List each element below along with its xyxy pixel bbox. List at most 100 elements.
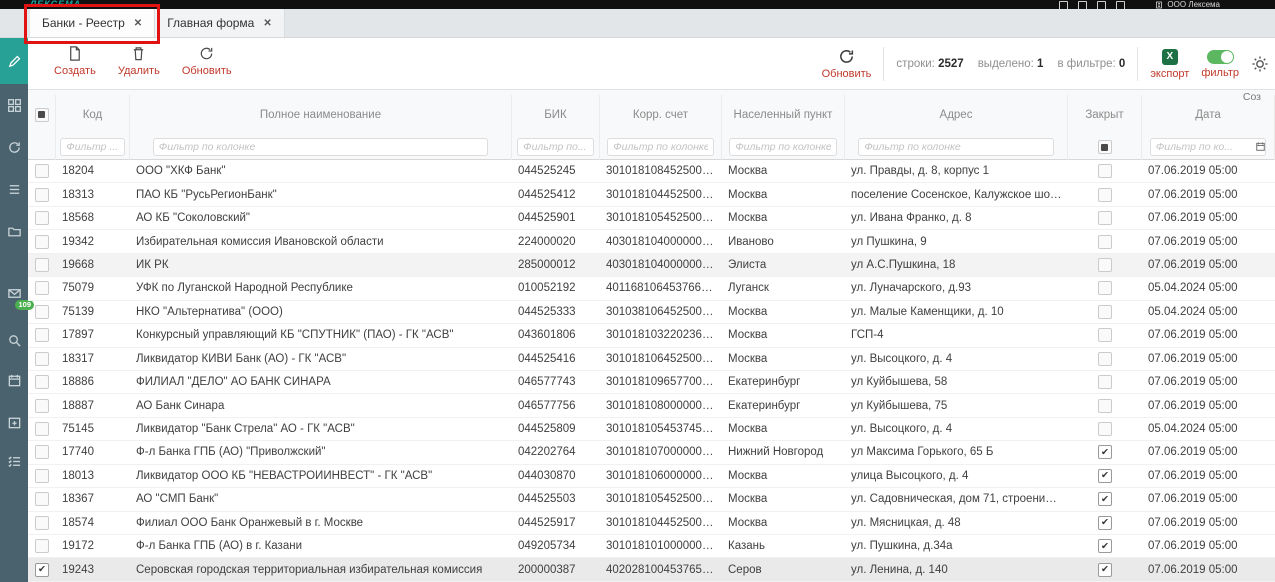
- row-checkbox[interactable]: [35, 258, 49, 272]
- row-checkbox[interactable]: [35, 235, 49, 249]
- column-header-date[interactable]: Дата: [1142, 95, 1275, 134]
- closed-checkbox[interactable]: [1098, 235, 1112, 249]
- closed-checkbox[interactable]: ✔: [1098, 516, 1112, 530]
- closed-checkbox[interactable]: [1098, 164, 1112, 178]
- cell-bik: 044525333: [512, 306, 600, 318]
- closed-checkbox[interactable]: [1098, 422, 1112, 436]
- row-checkbox[interactable]: [35, 516, 49, 530]
- apps-grid-icon[interactable]: [0, 90, 28, 120]
- table-row[interactable]: 18317 Ликвидатор КИВИ Банк (АО) - ГК "АС…: [28, 348, 1275, 371]
- row-checkbox[interactable]: [35, 469, 49, 483]
- filter-input-corr-account[interactable]: [607, 138, 713, 156]
- closed-checkbox[interactable]: [1098, 211, 1112, 225]
- export-button[interactable]: X экспорт: [1150, 49, 1189, 80]
- close-icon[interactable]: ✕: [134, 18, 142, 29]
- calendar-icon[interactable]: [1255, 141, 1266, 152]
- table-row[interactable]: 75139 НКО "Альтернатива" (ООО) 044525333…: [28, 301, 1275, 324]
- mail-icon[interactable]: 109: [0, 278, 28, 308]
- row-checkbox[interactable]: [35, 164, 49, 178]
- table-row[interactable]: 18568 АО КБ "Соколовский" 044525901 3010…: [28, 207, 1275, 230]
- closed-checkbox[interactable]: [1098, 328, 1112, 342]
- table-row[interactable]: 18367 АО "СМП Банк" 044525503 3010181054…: [28, 488, 1275, 511]
- refresh-button[interactable]: Обновить: [182, 45, 232, 77]
- table-row[interactable]: 18886 ФИЛИАЛ "ДЕЛО" АО БАНК СИНАРА 04657…: [28, 371, 1275, 394]
- search-icon[interactable]: [0, 325, 28, 355]
- column-header-address[interactable]: Адрес: [845, 95, 1068, 134]
- table-row[interactable]: 18013 Ликвидатор ООО КБ "НЕВАСТРОЙИНВЕСТ…: [28, 465, 1275, 488]
- calendar-add-icon[interactable]: [0, 407, 28, 437]
- filter-toggle-button[interactable]: фильтр: [1201, 50, 1239, 79]
- closed-checkbox[interactable]: ✔: [1098, 445, 1112, 459]
- refresh-grid-button[interactable]: Обновить: [822, 48, 872, 80]
- column-header-city[interactable]: Населенный пункт: [722, 95, 845, 134]
- filter-input-date[interactable]: [1150, 138, 1266, 156]
- row-checkbox[interactable]: [35, 539, 49, 553]
- column-header-bik[interactable]: БИК: [512, 95, 600, 134]
- row-checkbox[interactable]: [35, 375, 49, 389]
- row-checkbox[interactable]: [35, 445, 49, 459]
- filter-input-address[interactable]: [858, 138, 1053, 156]
- table-row[interactable]: 17897 Конкурсный управляющий КБ "СПУТНИК…: [28, 324, 1275, 347]
- column-header-code[interactable]: Код: [56, 95, 130, 134]
- table-row[interactable]: 19668 ИК РК 285000012 4030181040000000..…: [28, 254, 1275, 277]
- table-row[interactable]: 18204 ООО "ХКФ Банк" 044525245 301018108…: [28, 160, 1275, 183]
- tab-banks-registry[interactable]: Банки - Реестр ✕: [30, 9, 155, 37]
- create-button[interactable]: Создать: [54, 45, 96, 77]
- select-all-header[interactable]: [28, 95, 56, 134]
- cell-bik: 044525901: [512, 212, 600, 224]
- row-checkbox[interactable]: ✔: [35, 563, 49, 577]
- closed-checkbox[interactable]: [1098, 399, 1112, 413]
- tab-main-form[interactable]: Главная форма ✕: [155, 9, 285, 37]
- table-row[interactable]: 75145 Ликвидатор "Банк Стрела" АО - ГК "…: [28, 418, 1275, 441]
- list-icon[interactable]: [0, 174, 28, 204]
- table-row[interactable]: 19342 Избирательная комиссия Ивановской …: [28, 230, 1275, 253]
- toggle-on-icon[interactable]: [1207, 50, 1234, 64]
- column-header-closed[interactable]: Закрыт: [1068, 95, 1142, 134]
- sync-icon[interactable]: [0, 132, 28, 162]
- filter-input-city[interactable]: [729, 138, 836, 156]
- closed-checkbox[interactable]: [1098, 281, 1112, 295]
- row-checkbox[interactable]: [35, 492, 49, 506]
- delete-button[interactable]: Удалить: [118, 45, 160, 77]
- row-checkbox[interactable]: [35, 211, 49, 225]
- filter-input-name[interactable]: [153, 138, 488, 156]
- closed-filter-checkbox[interactable]: [1098, 140, 1112, 154]
- closed-checkbox[interactable]: ✔: [1098, 563, 1112, 577]
- table-row[interactable]: 19172 Ф-л Банка ГПБ (АО) в г. Казани 049…: [28, 535, 1275, 558]
- column-header-name[interactable]: Полное наименование: [130, 95, 512, 134]
- filter-input-bik[interactable]: [517, 138, 594, 156]
- closed-checkbox[interactable]: [1098, 188, 1112, 202]
- left-sidebar: 109: [0, 38, 28, 582]
- closed-checkbox[interactable]: ✔: [1098, 469, 1112, 483]
- table-row[interactable]: 75079 УФК по Луганской Народной Республи…: [28, 277, 1275, 300]
- settings-gear-icon[interactable]: [1251, 55, 1269, 73]
- row-checkbox[interactable]: [35, 188, 49, 202]
- row-checkbox[interactable]: [35, 305, 49, 319]
- row-checkbox[interactable]: [35, 422, 49, 436]
- closed-checkbox[interactable]: [1098, 305, 1112, 319]
- close-icon[interactable]: ✕: [263, 18, 271, 29]
- table-row[interactable]: 17740 Ф-л Банка ГПБ (АО) "Приволжский" 0…: [28, 441, 1275, 464]
- closed-checkbox[interactable]: ✔: [1098, 539, 1112, 553]
- table-row[interactable]: ✔ 19243 Серовская городская территориаль…: [28, 558, 1275, 581]
- row-checkbox[interactable]: [35, 281, 49, 295]
- table-row[interactable]: 18574 Филиал ООО Банк Оранжевый в г. Мос…: [28, 512, 1275, 535]
- filter-input-code[interactable]: [60, 138, 124, 156]
- column-header-corr-account[interactable]: Корр. счет: [600, 95, 722, 134]
- closed-checkbox[interactable]: [1098, 352, 1112, 366]
- table-row[interactable]: 18313 ПАО КБ "РусьРегионБанк" 044525412 …: [28, 183, 1275, 206]
- row-checkbox[interactable]: [35, 399, 49, 413]
- company-selector[interactable]: ООО Лексема: [1155, 0, 1220, 9]
- closed-checkbox[interactable]: ✔: [1098, 492, 1112, 506]
- row-checkbox[interactable]: [35, 352, 49, 366]
- edit-icon[interactable]: [0, 38, 28, 84]
- folder-icon[interactable]: [0, 216, 28, 246]
- table-row[interactable]: 18887 АО Банк Синара 046577756 301018108…: [28, 394, 1275, 417]
- closed-checkbox[interactable]: [1098, 375, 1112, 389]
- calendar-icon[interactable]: [0, 365, 28, 395]
- cell-address: ул. Ивана Франко, д. 8: [845, 212, 1068, 224]
- row-checkbox[interactable]: [35, 328, 49, 342]
- closed-checkbox[interactable]: [1098, 258, 1112, 272]
- select-all-checkbox[interactable]: [35, 108, 49, 122]
- tasks-checklist-icon[interactable]: [0, 446, 28, 476]
